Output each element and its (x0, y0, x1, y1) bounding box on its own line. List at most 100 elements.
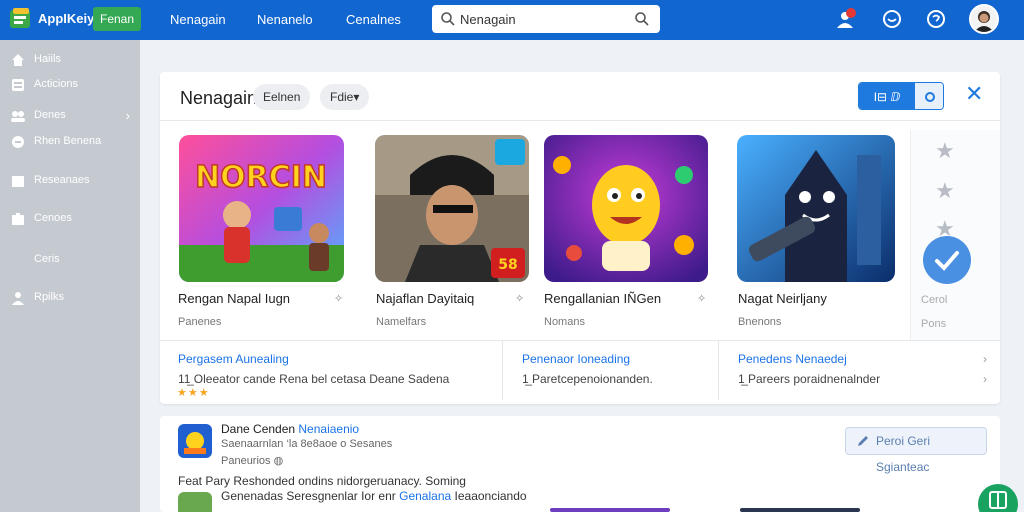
list-item-app-icon[interactable] (178, 424, 212, 458)
sidebar-item-rpilks[interactable]: Rpilks (0, 286, 140, 310)
app-artwork-2: 58 (375, 135, 529, 282)
desc-link-3[interactable]: Penedens Nenaedej (738, 352, 847, 366)
desc-link-1[interactable]: Pergasem Aunealing (178, 352, 289, 366)
app-tile-1[interactable]: NORCIN (179, 135, 344, 282)
sidebar: Haiils Acticions Denes › Rhen Benena Res… (0, 40, 140, 512)
shield-icon: ◍ (273, 455, 284, 467)
sidebar-item-label: Ceris (34, 253, 60, 265)
sidebar-item-label: Rpilks (34, 291, 64, 303)
brand-badge[interactable]: Fenan (93, 7, 141, 31)
app-thumbnail-icon (178, 424, 212, 458)
folder-icon (12, 176, 24, 187)
circle-icon (12, 136, 24, 148)
notification-badge (846, 8, 856, 18)
preview-thumbnail[interactable] (550, 508, 670, 512)
app-name-4[interactable]: Nagat Neirljany (738, 291, 827, 306)
app-name-2[interactable]: Najaflan Dayitaiq (376, 291, 474, 306)
app-name-3[interactable]: Rengallanian IÑGen (544, 291, 661, 306)
page-title: Nenagain (180, 88, 258, 108)
list-view-button[interactable]: I⊟ ⅅ (859, 83, 915, 109)
header-divider (160, 120, 1000, 121)
app-art-text-2: 58 (498, 257, 517, 273)
app-name-1[interactable]: Rengan Napal Iugn (178, 291, 290, 306)
list-card: Dane Cenden Nenaiaenio Saenaarnlan ‘la 8… (160, 416, 1000, 512)
chat-icon[interactable] (881, 8, 903, 30)
search-box[interactable]: Nenagain (432, 5, 660, 33)
check-button[interactable] (923, 236, 971, 284)
filter-pill-1[interactable]: Eelnen (253, 84, 311, 110)
pencil-icon (858, 436, 868, 446)
open-button-label: Peroi Geri Sgianteac (876, 434, 931, 474)
sidebar-item-label: Cenoes (34, 212, 72, 224)
sidebar-item-label: Haiils (34, 53, 61, 65)
star-icon[interactable]: ★ (935, 138, 955, 164)
sidebar-item-denes[interactable]: Denes › (0, 104, 140, 128)
side-label-1: Cerol (921, 294, 948, 306)
app-art-text-1: NORCIN (195, 160, 327, 195)
app-logo-icon[interactable] (8, 6, 34, 32)
close-icon[interactable]: ✕ (965, 83, 985, 105)
app-artwork-3 (544, 135, 708, 282)
side-label-2: Pons (921, 318, 947, 330)
check-icon (935, 251, 959, 271)
star-icon[interactable]: ★ (935, 178, 955, 204)
inline-link[interactable]: Genalana (399, 489, 451, 503)
app-tile-4[interactable] (737, 135, 895, 282)
chevron-right-icon[interactable]: › (983, 352, 987, 366)
briefcase-icon (12, 213, 24, 225)
sidebar-item-ceris[interactable]: Ceris (0, 248, 140, 272)
sidebar-item-label: Denes (34, 109, 66, 121)
grid-view-button[interactable] (915, 83, 943, 109)
list-item-publisher: Paneurios ◍ (221, 455, 284, 467)
app-artwork-1: NORCIN (179, 135, 344, 282)
sidebar-item-resources[interactable]: Reseanaes (0, 169, 140, 193)
search-input[interactable]: Nenagain (460, 12, 516, 27)
side-panel: ★ ★ ★ Cerol Pons (910, 130, 1000, 340)
nav-link-2[interactable]: Nenanelo (257, 12, 313, 27)
row-divider (160, 340, 1000, 341)
list-item-title-link[interactable]: Nenaiaenio (298, 422, 359, 436)
chevron-right-icon: › (125, 108, 130, 123)
sidebar-item-rhen[interactable]: Rhen Benena (0, 130, 140, 154)
app-tile-3[interactable] (544, 135, 708, 282)
favorite-icon[interactable]: ✧ (515, 292, 524, 305)
search-submit-icon[interactable] (634, 11, 650, 27)
sidebar-item-label: Rhen Benena (34, 135, 102, 147)
view-toggle[interactable]: I⊟ ⅅ (858, 82, 944, 110)
users-icon (11, 111, 25, 122)
user-avatar[interactable] (969, 4, 999, 34)
chevron-right-icon[interactable]: › (983, 372, 987, 386)
floating-action-button[interactable] (978, 484, 1018, 512)
sidebar-item-label: Acticions (34, 78, 79, 90)
preview-thumbnail[interactable] (740, 508, 860, 512)
circle-toggle-icon (925, 92, 935, 102)
nav-link-1[interactable]: Nenagain (170, 12, 226, 27)
list-item-meta: Saenaarnlan ‘la 8e8aoe o Sesanes (221, 438, 393, 450)
top-bar: AppIKeiy Fenan Nenagain Nenanelo Cenalne… (0, 0, 1024, 40)
filter-dropdown[interactable]: Fdie▾ (320, 84, 370, 110)
desc-text-3: 1̲ Pareers poraidnenalnder (738, 372, 881, 386)
layout-icon (989, 491, 1007, 509)
sidebar-item-label: Reseanaes (34, 174, 90, 186)
favorite-icon[interactable]: ✧ (697, 292, 706, 305)
search-icon (441, 12, 455, 26)
list-item-description: Feat Pary Reshonded ondins nidorgeruanac… (178, 474, 466, 488)
brand-name[interactable]: AppIKeiy (38, 11, 94, 26)
sidebar-item-home[interactable]: Haiils (0, 48, 140, 72)
app-sub-3: Nomans (544, 316, 585, 328)
list-item-app-icon-2[interactable] (178, 492, 212, 512)
desc-link-2[interactable]: Penenaor Ioneading (522, 352, 630, 366)
app-sub-1: Panenes (178, 316, 222, 328)
help-icon[interactable] (925, 8, 947, 30)
app-sub-2: Namelfars (376, 316, 427, 328)
nav-link-3[interactable]: Cenalnes (346, 12, 401, 27)
open-button[interactable]: Peroi Geri Sgianteac (845, 427, 987, 474)
home-icon (12, 54, 24, 66)
favorite-icon[interactable]: ✧ (334, 292, 343, 305)
list-item-title[interactable]: Dane Cenden Nenaiaenio (221, 422, 359, 436)
sidebar-item-cenoes[interactable]: Cenoes (0, 207, 140, 231)
sidebar-item-actions[interactable]: Acticions (0, 73, 140, 97)
app-tile-2[interactable]: 58 (375, 135, 529, 282)
apps-card: Nenagain Eelnen Fdie▾ I⊟ ⅅ ✕ NORCIN 58 R… (160, 72, 1000, 404)
list-item-description-2: Genenadas Seresgnenlar Ior enr Genalana … (221, 489, 527, 503)
